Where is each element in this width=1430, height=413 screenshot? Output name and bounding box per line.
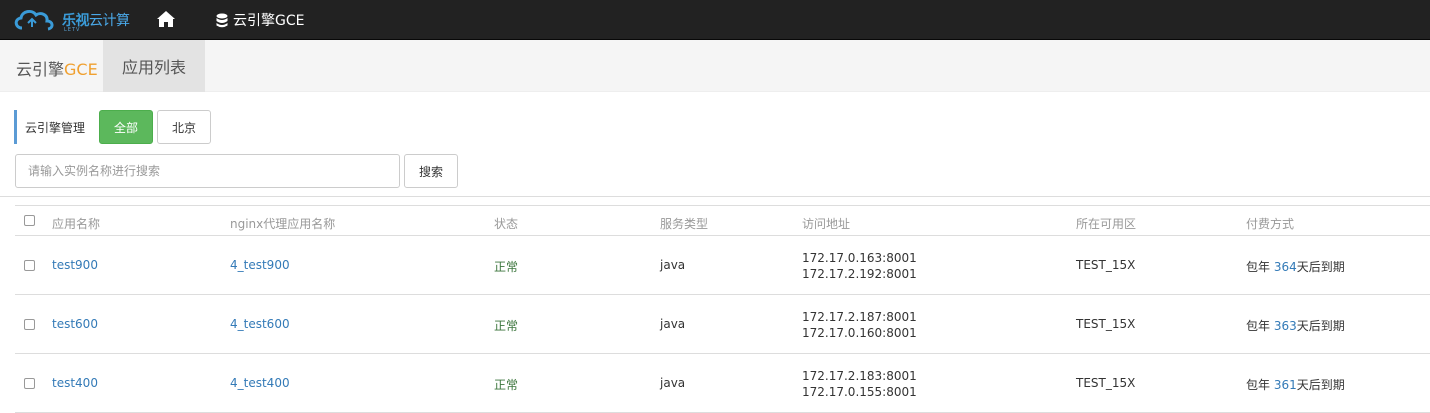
header-status: 状态 bbox=[494, 217, 519, 231]
status-text: 正常 bbox=[494, 378, 519, 392]
divider bbox=[0, 196, 1430, 197]
filter-beijing-button[interactable]: 北京 bbox=[157, 110, 211, 144]
search-input[interactable] bbox=[15, 154, 400, 188]
home-button[interactable] bbox=[156, 10, 178, 30]
payment: 包年 363天后到期 bbox=[1246, 319, 1345, 333]
breadcrumb-gce[interactable]: 云引擎GCE bbox=[16, 56, 98, 80]
service-type: java bbox=[660, 258, 686, 272]
app-name-link[interactable]: test900 bbox=[52, 258, 98, 272]
app-table: 应用名称 nginx代理应用名称 状态 服务类型 访问地址 所在可用区 付费方式… bbox=[15, 205, 1430, 413]
row-checkbox[interactable] bbox=[24, 378, 35, 389]
database-icon bbox=[216, 13, 228, 27]
status-text: 正常 bbox=[494, 319, 519, 333]
payment: 包年 361天后到期 bbox=[1246, 378, 1345, 392]
nginx-name-link[interactable]: 4_test400 bbox=[230, 376, 290, 390]
service-type: java bbox=[660, 376, 686, 390]
home-icon bbox=[157, 11, 175, 27]
table-header: 应用名称 nginx代理应用名称 状态 服务类型 访问地址 所在可用区 付费方式 bbox=[15, 205, 1430, 236]
row-checkbox[interactable] bbox=[24, 319, 35, 330]
access-address: 172.17.2.183:8001 172.17.0.155:8001 bbox=[802, 369, 917, 399]
table-row: test600 4_test600 正常 java 172.17.2.187:8… bbox=[15, 295, 1430, 354]
header-payment: 付费方式 bbox=[1246, 217, 1295, 231]
search-button[interactable]: 搜索 bbox=[404, 154, 458, 188]
filter-group: 云引擎管理 bbox=[14, 110, 85, 144]
nav-item-gce[interactable]: 云引擎GCE bbox=[216, 11, 304, 29]
table-row: test400 4_test400 正常 java 172.17.2.183:8… bbox=[15, 354, 1430, 413]
cloud-logo-icon bbox=[14, 9, 54, 31]
app-name-link[interactable]: test400 bbox=[52, 376, 98, 390]
breadcrumb: 云引擎GCE 应用列表 bbox=[0, 40, 1430, 92]
nginx-name-link[interactable]: 4_test600 bbox=[230, 317, 290, 331]
header-nginx-name: nginx代理应用名称 bbox=[230, 217, 336, 231]
breadcrumb-app-list: 应用列表 bbox=[103, 40, 205, 92]
header-service-type: 服务类型 bbox=[660, 217, 709, 231]
status-text: 正常 bbox=[494, 260, 519, 274]
access-address: 172.17.2.187:8001 172.17.0.160:8001 bbox=[802, 310, 917, 340]
zone: TEST_15X bbox=[1076, 258, 1136, 272]
top-navbar: 乐视云计算 LETV 云引擎GCE bbox=[0, 0, 1430, 40]
header-app-name: 应用名称 bbox=[52, 217, 101, 231]
nav-item-label: 云引擎GCE bbox=[233, 13, 305, 29]
header-zone: 所在可用区 bbox=[1076, 217, 1137, 231]
filter-all-button[interactable]: 全部 bbox=[99, 110, 153, 144]
payment: 包年 364天后到期 bbox=[1246, 260, 1345, 274]
service-type: java bbox=[660, 317, 686, 331]
app-name-link[interactable]: test600 bbox=[52, 317, 98, 331]
zone: TEST_15X bbox=[1076, 317, 1136, 331]
row-checkbox[interactable] bbox=[24, 260, 35, 271]
brand-subtitle: LETV bbox=[64, 27, 81, 33]
header-address: 访问地址 bbox=[802, 217, 851, 231]
zone: TEST_15X bbox=[1076, 376, 1136, 390]
filter-label: 云引擎管理 bbox=[25, 121, 86, 135]
nginx-name-link[interactable]: 4_test900 bbox=[230, 258, 290, 272]
brand-logo[interactable]: 乐视云计算 LETV bbox=[12, 4, 132, 34]
table-row: test900 4_test900 正常 java 172.17.0.163:8… bbox=[15, 236, 1430, 295]
access-address: 172.17.0.163:8001 172.17.2.192:8001 bbox=[802, 251, 917, 281]
select-all-checkbox[interactable] bbox=[24, 215, 35, 226]
